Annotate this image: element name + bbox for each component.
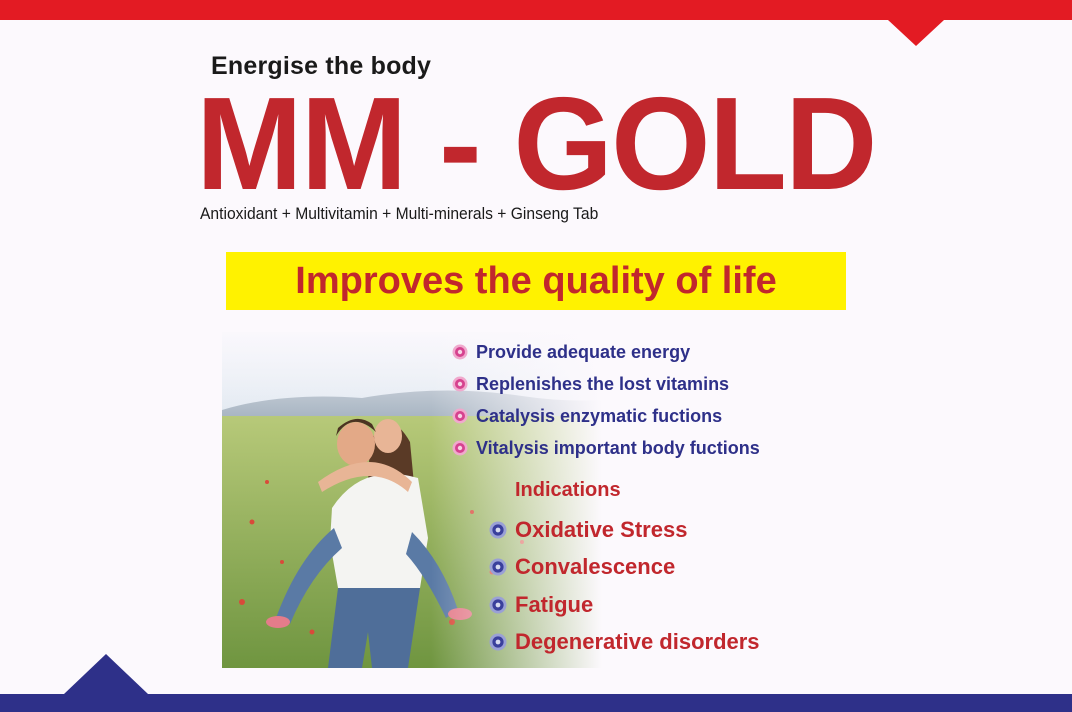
blue-flower-icon: [489, 558, 507, 576]
indications-heading: Indications: [515, 479, 621, 501]
indication-label: Fatigue: [515, 591, 594, 617]
indication-label: Degenerative disorders: [515, 629, 760, 655]
blue-flower-icon: [489, 596, 507, 614]
brand-title: MM - GOLD: [196, 70, 877, 217]
indication-label: Oxidative Stress: [515, 516, 688, 542]
blue-flower-icon: [489, 633, 507, 651]
pink-flower-icon: [452, 408, 468, 424]
highlight-text: Improves the quality of life: [295, 260, 777, 302]
pink-flower-icon: [452, 344, 468, 360]
list-item: Oxidative Stress: [489, 511, 760, 549]
top-red-bar: [0, 0, 1072, 20]
highlight-band: Improves the quality of life: [226, 252, 846, 310]
list-item: Replenishes the lost vitamins: [452, 368, 760, 400]
blue-flower-icon: [489, 521, 507, 539]
indication-label: Convalescence: [515, 554, 676, 580]
indications-list: Oxidative Stress Convalescence Fatigue D…: [489, 511, 760, 661]
list-item: Convalescence: [489, 549, 760, 587]
composition-text: Antioxidant + Multivitamin + Multi-miner…: [200, 204, 599, 223]
benefits-list: Provide adequate energy Replenishes the …: [452, 336, 760, 464]
benefit-label: Provide adequate energy: [476, 341, 691, 362]
list-item: Provide adequate energy: [452, 336, 760, 368]
list-item: Degenerative disorders: [489, 624, 760, 662]
pink-flower-icon: [452, 440, 468, 456]
benefit-label: Vitalysis important body fuctions: [476, 437, 760, 458]
pink-flower-icon: [452, 376, 468, 392]
list-item: Catalysis enzymatic fuctions: [452, 400, 760, 432]
bottom-blue-bar: [0, 694, 1072, 712]
bottom-notch-triangle: [64, 654, 148, 694]
top-notch-triangle: [888, 20, 944, 46]
list-item: Fatigue: [489, 586, 760, 624]
benefit-label: Catalysis enzymatic fuctions: [476, 405, 723, 426]
list-item: Vitalysis important body fuctions: [452, 432, 760, 464]
benefit-label: Replenishes the lost vitamins: [476, 373, 730, 394]
